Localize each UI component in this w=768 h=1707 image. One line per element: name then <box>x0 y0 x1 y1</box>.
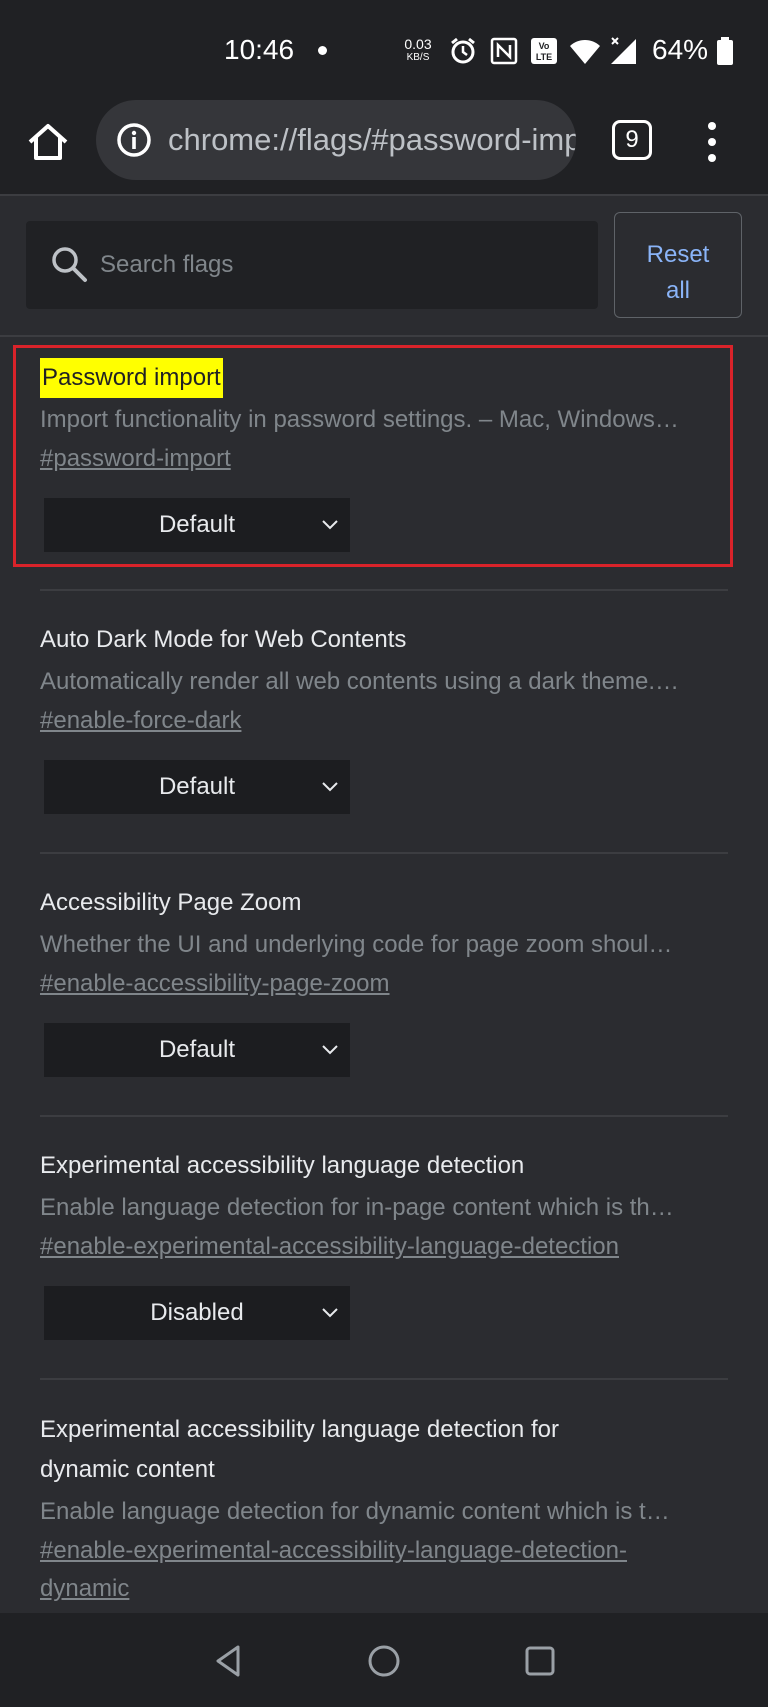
notification-dot-icon <box>318 46 327 55</box>
flag-state-value: Default <box>158 1036 236 1063</box>
flag-state-select[interactable]: Disabled <box>44 1286 350 1340</box>
flag-anchor-link-line2[interactable]: dynamic <box>40 1570 129 1608</box>
flag-state-value: Default <box>158 773 236 800</box>
flag-title-line1: Experimental accessibility language dete… <box>40 1416 559 1443</box>
flag-state-select[interactable]: Default <box>44 760 350 814</box>
flag-enable-force-dark: Auto Dark Mode for Web Contents Automati… <box>40 620 728 814</box>
network-speed-value: 0.03 <box>404 36 432 52</box>
flag-title: Password import <box>40 358 223 398</box>
status-bar: 10:46 0.03 KB/S Vo LTE 64% <box>0 0 768 88</box>
header-divider <box>0 335 768 337</box>
tab-switcher-button[interactable]: 9 <box>612 120 652 160</box>
flag-enable-accessibility-page-zoom: Accessibility Page Zoom Whether the UI a… <box>40 883 728 1077</box>
browser-toolbar: chrome://flags/#password-import 9 <box>0 88 768 196</box>
flag-anchor-link[interactable]: #enable-experimental-accessibility-langu… <box>40 1228 619 1266</box>
flag-divider <box>40 852 728 854</box>
flag-title: Experimental accessibility language dete… <box>40 1152 525 1179</box>
overflow-menu-icon[interactable] <box>700 118 724 168</box>
chevron-down-icon <box>322 520 338 530</box>
flag-description: Enable language detection for dynamic co… <box>40 1498 670 1525</box>
flag-anchor-link-line1[interactable]: #enable-experimental-accessibility-langu… <box>40 1532 728 1570</box>
address-bar[interactable]: chrome://flags/#password-import <box>96 100 576 180</box>
flag-password-import: Password import Import functionality in … <box>40 358 728 552</box>
reset-all-label-line1: Reset <box>646 241 710 268</box>
flag-title: Auto Dark Mode for Web Contents <box>40 626 407 653</box>
flag-title-line2: dynamic content <box>40 1456 215 1483</box>
wifi-icon <box>570 40 600 64</box>
status-time: 10:46 <box>224 34 295 65</box>
flag-divider <box>40 1115 728 1117</box>
nfc-icon <box>490 37 518 65</box>
flag-enable-experimental-accessibility-language-detection-dynamic: Experimental accessibility language dete… <box>40 1410 728 1608</box>
search-flags-input[interactable] <box>100 221 580 309</box>
flag-divider <box>40 589 728 591</box>
home-circle-icon[interactable] <box>360 1637 408 1685</box>
flag-anchor-link[interactable]: #password-import <box>40 440 231 478</box>
flag-description: Enable language detection for in-page co… <box>40 1194 674 1221</box>
flag-state-select[interactable]: Default <box>44 498 350 552</box>
home-icon[interactable] <box>24 118 72 166</box>
flag-description: Automatically render all web contents us… <box>40 668 679 695</box>
flag-description: Whether the UI and underlying code for p… <box>40 931 673 958</box>
flag-title: Accessibility Page Zoom <box>40 889 302 916</box>
reset-all-button[interactable]: Reset all <box>614 212 742 318</box>
battery-percent: 64% <box>652 34 709 65</box>
flag-anchor-link[interactable]: #enable-force-dark <box>40 702 241 740</box>
network-speed: 0.03 KB/S <box>400 36 436 64</box>
battery-icon <box>717 37 733 65</box>
alarm-icon <box>451 37 475 64</box>
system-nav-bar <box>0 1613 768 1707</box>
flag-divider <box>40 1378 728 1380</box>
site-info-icon[interactable] <box>116 122 152 158</box>
search-icon <box>52 247 87 282</box>
svg-text:LTE: LTE <box>536 52 552 62</box>
flag-description: Import functionality in password setting… <box>40 406 679 433</box>
search-box <box>26 221 598 309</box>
chevron-down-icon <box>322 1308 338 1318</box>
flag-enable-experimental-accessibility-language-detection: Experimental accessibility language dete… <box>40 1146 728 1340</box>
url-text[interactable]: chrome://flags/#password-import <box>168 122 576 158</box>
svg-text:Vo: Vo <box>539 41 550 51</box>
flag-state-value: Disabled <box>150 1299 244 1326</box>
recents-icon[interactable] <box>516 1637 564 1685</box>
flag-anchor-link[interactable]: #enable-accessibility-page-zoom <box>40 965 390 1003</box>
reset-all-label-line2: all <box>665 277 690 304</box>
signal-icon <box>611 37 636 64</box>
network-speed-unit: KB/S <box>406 52 430 63</box>
flag-state-value: Default <box>158 511 236 538</box>
volte-icon: Vo LTE <box>531 38 557 64</box>
chevron-down-icon <box>322 1045 338 1055</box>
flag-state-select[interactable]: Default <box>44 1023 350 1077</box>
back-icon[interactable] <box>204 1637 252 1685</box>
chevron-down-icon <box>322 782 338 792</box>
